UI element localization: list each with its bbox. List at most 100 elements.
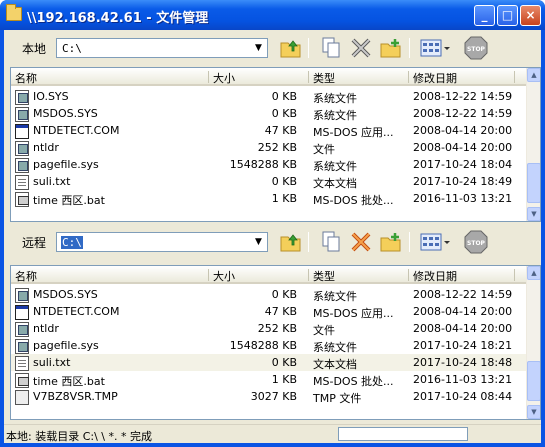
up-folder-icon[interactable]	[279, 36, 303, 60]
column-size-header[interactable]: 大小	[213, 268, 235, 283]
toolbar-separator	[409, 232, 410, 252]
client-area: 本地 C:\ ▼ STOP 名称 大小 类型 修改日期 IO.SYS 0 KB …	[4, 30, 541, 443]
stop-icon[interactable]: STOP	[464, 36, 488, 60]
file-type: MS-DOS 应用...	[313, 307, 394, 320]
folder-icon	[6, 4, 22, 21]
file-type: MS-DOS 批处...	[313, 194, 394, 207]
title-bar[interactable]: \\192.168.42.61 - 文件管理 _ □ ×	[0, 0, 545, 30]
file-row[interactable]: suli.txt 0 KB 文本文档 2017-10-24 18:49	[11, 173, 528, 190]
remote-vertical-scrollbar[interactable]: ▲ ▼	[526, 266, 540, 419]
column-type-header[interactable]: 类型	[313, 70, 335, 85]
file-date: 2016-11-03 13:21	[413, 373, 513, 386]
view-mode-icon[interactable]	[419, 36, 451, 60]
file-size: 0 KB	[271, 90, 297, 103]
status-bar: 本地: 装载目录 C:\ \ *. * 完成	[4, 424, 541, 443]
file-row[interactable]: time 西区.bat 1 KB MS-DOS 批处... 2016-11-03 13…	[11, 190, 528, 207]
remote-path-combo[interactable]: C:\ ▼	[56, 232, 268, 252]
file-type: 文本文档	[313, 177, 357, 190]
file-date: 2008-04-14 20:00	[413, 322, 513, 335]
file-name: pagefile.sys	[33, 339, 99, 352]
scroll-thumb[interactable]	[527, 361, 540, 401]
file-date: 2017-10-24 18:48	[413, 356, 513, 369]
file-date: 2008-04-14 20:00	[413, 141, 513, 154]
status-text: 本地: 装载目录 C:\ \ *. * 完成	[6, 430, 152, 443]
remote-file-list[interactable]: 名称 大小 类型 修改日期 MSDOS.SYS 0 KB 系统文件 2008-12-2…	[10, 265, 541, 420]
file-type: TMP 文件	[313, 392, 362, 405]
file-date: 2017-10-24 18:04	[413, 158, 513, 171]
file-size: 252 KB	[257, 141, 297, 154]
file-size: 0 KB	[271, 107, 297, 120]
up-folder-icon[interactable]	[279, 230, 303, 254]
file-name: ntldr	[33, 322, 59, 335]
file-type: MS-DOS 批处...	[313, 375, 394, 388]
local-label: 本地	[22, 42, 47, 56]
file-name: ntldr	[33, 141, 59, 154]
scroll-thumb[interactable]	[527, 163, 540, 203]
file-type: 系统文件	[313, 341, 357, 354]
sys-file-icon	[15, 288, 29, 303]
file-row[interactable]: pagefile.sys 1548288 KB 系统文件 2017-10-24 18:…	[11, 156, 528, 173]
file-row[interactable]: ntldr 252 KB 文件 2008-04-14 20:00	[11, 320, 528, 337]
bat-file-icon	[15, 192, 29, 207]
copy-icon[interactable]	[319, 36, 343, 60]
file-date: 2008-12-22 14:59	[413, 288, 513, 301]
file-type: 系统文件	[313, 160, 357, 173]
local-vertical-scrollbar[interactable]: ▲ ▼	[526, 68, 540, 221]
file-row[interactable]: time 西区.bat 1 KB MS-DOS 批处... 2016-11-03 13…	[11, 371, 528, 388]
minimize-button[interactable]: _	[474, 5, 495, 26]
maximize-button[interactable]: □	[497, 5, 518, 26]
file-name: MSDOS.SYS	[33, 288, 98, 301]
remote-label: 远程	[22, 236, 47, 250]
file-row[interactable]: pagefile.sys 1548288 KB 系统文件 2017-10-24 18:…	[11, 337, 528, 354]
view-mode-icon[interactable]	[419, 230, 451, 254]
file-size: 1548288 KB	[229, 158, 297, 171]
column-date-header[interactable]: 修改日期	[413, 70, 457, 85]
file-name: pagefile.sys	[33, 158, 99, 171]
file-date: 2008-12-22 14:59	[413, 107, 513, 120]
column-date-header[interactable]: 修改日期	[413, 268, 457, 283]
local-path-combo[interactable]: C:\ ▼	[56, 38, 268, 58]
new-folder-icon[interactable]	[379, 230, 403, 254]
chevron-down-icon[interactable]: ▼	[250, 233, 267, 251]
column-size-header[interactable]: 大小	[213, 70, 235, 85]
column-type-header[interactable]: 类型	[313, 268, 335, 283]
sys-file-icon	[15, 141, 29, 156]
column-name-header[interactable]: 名称	[15, 70, 37, 85]
new-folder-icon[interactable]	[379, 36, 403, 60]
file-type: MS-DOS 应用...	[313, 126, 394, 139]
column-name-header[interactable]: 名称	[15, 268, 37, 283]
file-row[interactable]: suli.txt 0 KB 文本文档 2017-10-24 18:48	[11, 354, 528, 371]
file-row[interactable]: NTDETECT.COM 47 KB MS-DOS 应用... 2008-04-14 …	[11, 122, 528, 139]
copy-icon[interactable]	[319, 230, 343, 254]
scroll-down-icon[interactable]: ▼	[527, 405, 540, 419]
remote-list-header: 名称 大小 类型 修改日期	[11, 266, 528, 284]
exe-file-icon	[15, 305, 29, 320]
stop-icon[interactable]: STOP	[464, 230, 488, 254]
txt-file-icon	[15, 356, 29, 371]
file-manager-window: \\192.168.42.61 - 文件管理 _ □ × 本地 C:\ ▼ ST…	[0, 0, 545, 447]
file-row[interactable]: ntldr 252 KB 文件 2008-04-14 20:00	[11, 139, 528, 156]
delete-icon[interactable]	[349, 36, 373, 60]
file-row[interactable]: MSDOS.SYS 0 KB 系统文件 2008-12-22 14:59	[11, 286, 528, 303]
file-name: IO.SYS	[33, 90, 69, 103]
toolbar-separator	[409, 38, 410, 58]
delete-icon[interactable]	[349, 230, 373, 254]
scroll-up-icon[interactable]: ▲	[527, 68, 540, 82]
chevron-down-icon[interactable]: ▼	[250, 39, 267, 57]
local-file-list[interactable]: 名称 大小 类型 修改日期 IO.SYS 0 KB 系统文件 2008-12-22 1…	[10, 67, 541, 222]
file-name: V7BZ8VSR.TMP	[33, 390, 118, 403]
scroll-up-icon[interactable]: ▲	[527, 266, 540, 280]
window-title: \\192.168.42.61 - 文件管理	[27, 11, 209, 26]
file-size: 252 KB	[257, 322, 297, 335]
file-row[interactable]: IO.SYS 0 KB 系统文件 2008-12-22 14:59	[11, 88, 528, 105]
scroll-down-icon[interactable]: ▼	[527, 207, 540, 221]
file-date: 2008-04-14 20:00	[413, 124, 513, 137]
file-type: 文件	[313, 143, 335, 156]
sys-file-icon	[15, 322, 29, 337]
file-row[interactable]: MSDOS.SYS 0 KB 系统文件 2008-12-22 14:59	[11, 105, 528, 122]
close-button[interactable]: ×	[520, 5, 541, 26]
file-row[interactable]: V7BZ8VSR.TMP 3027 KB TMP 文件 2017-10-24 08:4…	[11, 388, 528, 405]
file-name: time 西区.bat	[33, 375, 105, 388]
file-row[interactable]: NTDETECT.COM 47 KB MS-DOS 应用... 2008-04-14 …	[11, 303, 528, 320]
svg-text:STOP: STOP	[467, 46, 486, 53]
